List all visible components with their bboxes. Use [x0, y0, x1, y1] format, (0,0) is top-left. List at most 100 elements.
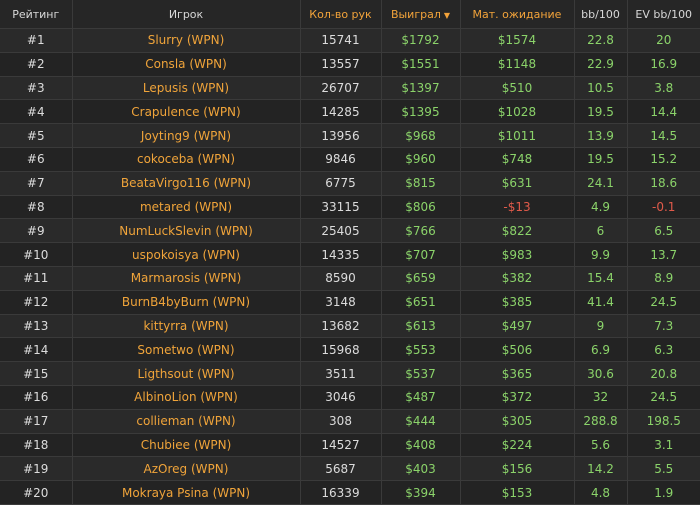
player-name-link[interactable]: metared (WPN)	[72, 195, 301, 220]
table-row[interactable]: #17 collieman (WPN) 308 $444 $305 288.8 198.5	[0, 409, 700, 434]
rank-cell: #6	[0, 147, 73, 172]
header-evbb100[interactable]: EV bb/100	[627, 0, 700, 29]
rank-cell: #7	[0, 171, 73, 196]
table-row[interactable]: #5 Joyting9 (WPN) 13956 $968 $1011 13.9 14.5	[0, 123, 700, 148]
rank-cell: #1	[0, 28, 73, 53]
table-row[interactable]: #9 NumLuckSlevin (WPN) 25405 $766 $822 6 6.5	[0, 218, 700, 244]
table-row[interactable]: #7 BeataVirgo116 (WPN) 6775 $815 $631 24.1 18.…	[0, 171, 700, 196]
evbb100-cell: -0.1	[627, 195, 700, 220]
table-row[interactable]: #10 uspokoisya (WPN) 14335 $707 $983 9.9 13.7	[0, 242, 700, 267]
table-row[interactable]: #20 Mokraya Psina (WPN) 16339 $394 $153 4.8 1.…	[0, 480, 700, 505]
table-row[interactable]: #18 Chubiee (WPN) 14527 $408 $224 5.6 3.1	[0, 433, 700, 458]
bb100-cell: 5.6	[574, 433, 628, 458]
ev-cell: $365	[460, 361, 575, 386]
header-rank[interactable]: Рейтинг	[0, 0, 73, 29]
player-name-link[interactable]: BeataVirgo116 (WPN)	[72, 171, 301, 196]
player-name-link[interactable]: Slurry (WPN)	[72, 28, 301, 53]
bb100-cell: 4.9	[574, 195, 628, 220]
bb100-cell: 19.5	[574, 99, 628, 125]
player-name-link[interactable]: BurnB4byBurn (WPN)	[72, 290, 301, 315]
table-row[interactable]: #13 kittyrra (WPN) 13682 $613 $497 9 7.3	[0, 314, 700, 339]
ev-cell: $1148	[460, 52, 575, 77]
won-cell: $487	[381, 385, 461, 410]
table-row[interactable]: #15 Ligthsout (WPN) 3511 $537 $365 30.6 20.8	[0, 361, 700, 386]
player-name-link[interactable]: Lepusis (WPN)	[72, 76, 301, 101]
won-cell: $766	[381, 218, 461, 244]
player-name-link[interactable]: Marmarosis (WPN)	[72, 266, 301, 291]
rank-cell: #3	[0, 76, 73, 101]
player-name-link[interactable]: AlbinoLion (WPN)	[72, 385, 301, 410]
bb100-cell: 6	[574, 218, 628, 244]
ev-cell: $156	[460, 456, 575, 482]
rank-cell: #20	[0, 480, 73, 505]
won-cell: $553	[381, 337, 461, 363]
player-name-link[interactable]: Chubiee (WPN)	[72, 433, 301, 458]
table-row[interactable]: #3 Lepusis (WPN) 26707 $1397 $510 10.5 3.8	[0, 76, 700, 101]
ev-cell: $372	[460, 385, 575, 410]
rank-cell: #11	[0, 266, 73, 291]
header-won[interactable]: Выиграл ▼	[381, 0, 461, 29]
table-row[interactable]: #16 AlbinoLion (WPN) 3046 $487 $372 32 24.5	[0, 385, 700, 410]
table-row[interactable]: #4 Crapulence (WPN) 14285 $1395 $1028 19.5 14.…	[0, 99, 700, 125]
ev-cell: $822	[460, 218, 575, 244]
player-name-link[interactable]: Ligthsout (WPN)	[72, 361, 301, 386]
evbb100-cell: 16.9	[627, 52, 700, 77]
player-name-link[interactable]: uspokoisya (WPN)	[72, 242, 301, 267]
evbb100-cell: 8.9	[627, 266, 700, 291]
bb100-cell: 22.8	[574, 28, 628, 53]
hands-cell: 25405	[300, 218, 382, 244]
bb100-cell: 9	[574, 314, 628, 339]
won-cell: $1792	[381, 28, 461, 53]
player-name-link[interactable]: Joyting9 (WPN)	[72, 123, 301, 148]
evbb100-cell: 198.5	[627, 409, 700, 434]
table-row[interactable]: #2 Consla (WPN) 13557 $1551 $1148 22.9 16.9	[0, 52, 700, 77]
header-bb100[interactable]: bb/100	[574, 0, 628, 29]
table-row[interactable]: #19 AzOreg (WPN) 5687 $403 $156 14.2 5.5	[0, 456, 700, 482]
rank-cell: #5	[0, 123, 73, 148]
bb100-cell: 4.8	[574, 480, 628, 505]
player-name-link[interactable]: Sometwo (WPN)	[72, 337, 301, 363]
player-name-link[interactable]: cokoceba (WPN)	[72, 147, 301, 172]
player-name-link[interactable]: Crapulence (WPN)	[72, 99, 301, 125]
sort-desc-icon: ▼	[443, 10, 451, 20]
player-name-link[interactable]: collieman (WPN)	[72, 409, 301, 434]
won-cell: $960	[381, 147, 461, 172]
won-cell: $651	[381, 290, 461, 315]
table-row[interactable]: #14 Sometwo (WPN) 15968 $553 $506 6.9 6.3	[0, 337, 700, 363]
player-name-link[interactable]: kittyrra (WPN)	[72, 314, 301, 339]
hands-cell: 8590	[300, 266, 382, 291]
player-name-link[interactable]: NumLuckSlevin (WPN)	[72, 218, 301, 244]
table-row[interactable]: #6 cokoceba (WPN) 9846 $960 $748 19.5 15.2	[0, 147, 700, 172]
hands-cell: 3511	[300, 361, 382, 386]
table-row[interactable]: #12 BurnB4byBurn (WPN) 3148 $651 $385 41.4 24.…	[0, 290, 700, 315]
bb100-cell: 41.4	[574, 290, 628, 315]
hands-cell: 14527	[300, 433, 382, 458]
won-cell: $408	[381, 433, 461, 458]
won-cell: $659	[381, 266, 461, 291]
hands-cell: 16339	[300, 480, 382, 505]
evbb100-cell: 24.5	[627, 385, 700, 410]
table-row[interactable]: #8 metared (WPN) 33115 $806 -$13 4.9 -0.1	[0, 195, 700, 220]
player-name-link[interactable]: Mokraya Psina (WPN)	[72, 480, 301, 505]
bb100-cell: 14.2	[574, 456, 628, 482]
table-row[interactable]: #11 Marmarosis (WPN) 8590 $659 $382 15.4 8.9	[0, 266, 700, 291]
player-name-link[interactable]: AzOreg (WPN)	[72, 456, 301, 482]
rank-cell: #2	[0, 52, 73, 77]
hands-cell: 9846	[300, 147, 382, 172]
hands-cell: 33115	[300, 195, 382, 220]
evbb100-cell: 20	[627, 28, 700, 53]
hands-cell: 308	[300, 409, 382, 434]
won-cell: $394	[381, 480, 461, 505]
header-won-label: Выиграл	[390, 7, 441, 21]
header-ev[interactable]: Мат. ожидание	[460, 0, 575, 29]
won-cell: $403	[381, 456, 461, 482]
evbb100-cell: 1.9	[627, 480, 700, 505]
rank-cell: #15	[0, 361, 73, 386]
player-name-link[interactable]: Consla (WPN)	[72, 52, 301, 77]
header-player[interactable]: Игрок	[72, 0, 301, 29]
evbb100-cell: 7.3	[627, 314, 700, 339]
header-hands[interactable]: Кол-во рук	[300, 0, 382, 29]
table-row[interactable]: #1 Slurry (WPN) 15741 $1792 $1574 22.8 20	[0, 28, 700, 53]
hands-cell: 13956	[300, 123, 382, 148]
ev-cell: $510	[460, 76, 575, 101]
